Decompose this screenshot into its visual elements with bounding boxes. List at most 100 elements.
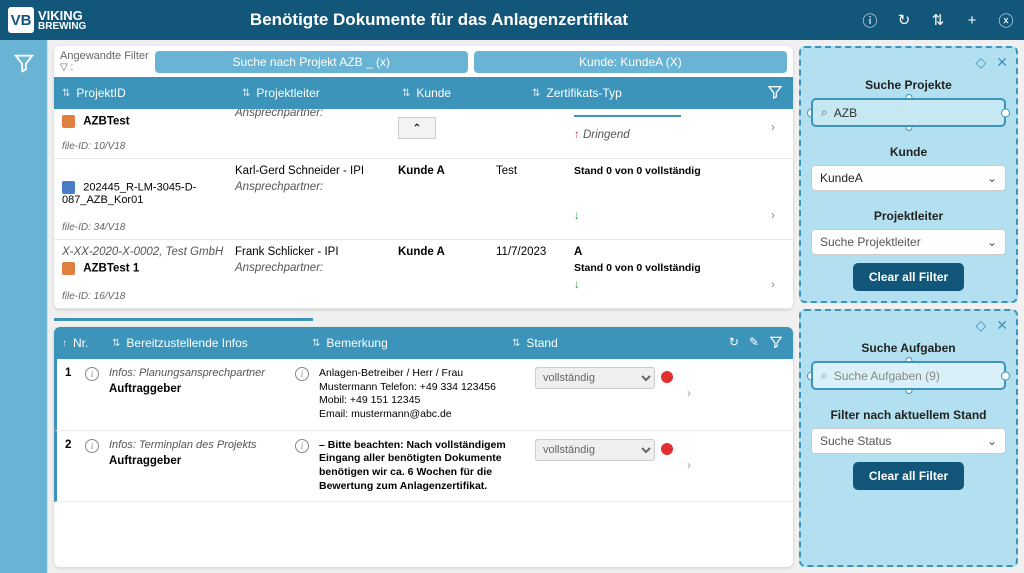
header-actions: ⓘ ↻ ⇅ + ⓧ bbox=[860, 10, 1016, 30]
col-zertifikat[interactable]: Zertifikats-Typ bbox=[546, 86, 621, 100]
close-icon[interactable]: ⓧ bbox=[996, 10, 1016, 30]
info-icon[interactable]: i bbox=[295, 439, 309, 453]
task-bemerkung: Anlagen-Betreiber / Herr / Frau Musterma… bbox=[319, 367, 529, 422]
kunde: Kunde A bbox=[398, 165, 488, 177]
info-icon[interactable]: ⓘ bbox=[860, 10, 880, 30]
project-search[interactable]: ⌕ bbox=[811, 98, 1006, 127]
edit-icon[interactable]: ✎ bbox=[749, 335, 759, 352]
status-select[interactable]: Suche Status ⌄ bbox=[811, 428, 1006, 454]
sort-icon[interactable]: ⇅ bbox=[112, 338, 120, 349]
col-projektleiter[interactable]: Projektleiter bbox=[256, 86, 319, 100]
filter-pill-kunde[interactable]: Kunde: KundeA (X) bbox=[474, 51, 787, 73]
file-icon bbox=[62, 115, 75, 128]
file-icon bbox=[62, 181, 75, 194]
projects-body: AZBTest Ansprechpartner: ⌃ ↑ Dringend › bbox=[54, 109, 793, 309]
col-projektid[interactable]: ProjektID bbox=[76, 86, 125, 100]
project-title-line: X-XX-2020-X-0002, Test GmbH bbox=[62, 246, 227, 258]
expand-chevron-icon[interactable]: › bbox=[687, 367, 707, 422]
expand-chevron-icon[interactable]: › bbox=[761, 115, 785, 141]
clear-filter-button[interactable]: Clear all Filter bbox=[853, 263, 964, 291]
leiter-placeholder: Suche Projektleiter bbox=[820, 235, 921, 249]
column-filter-icon[interactable] bbox=[757, 84, 793, 103]
col-bemerkung[interactable]: Bemerkung bbox=[326, 336, 387, 350]
project-name: 202445_R-LM-3045-D-087_AZB_Kor01 bbox=[62, 182, 196, 206]
urgent-arrow-icon: ↑ bbox=[574, 129, 580, 141]
tasks-body: 1 i Infos: Planungsansprechpartner Auftr… bbox=[54, 359, 793, 502]
refresh-icon[interactable]: ↻ bbox=[894, 10, 914, 30]
sort-icon[interactable]: ⇅ bbox=[312, 338, 320, 349]
filter-pill-project[interactable]: Suche nach Projekt AZB _ (x) bbox=[155, 51, 468, 73]
sort-icon[interactable]: ⇅ bbox=[62, 88, 70, 99]
project-name: AZBTest bbox=[83, 116, 129, 128]
project-row: Karl-Gerd Schneider - IPI Kunde A Test S… bbox=[54, 159, 793, 240]
eraser-icon[interactable]: ◇ bbox=[975, 54, 986, 71]
applied-filters: Angewandte Filter ▽ : Suche nach Projekt… bbox=[54, 46, 793, 77]
task-info-main: Auftraggeber bbox=[109, 455, 289, 467]
filter-icon[interactable] bbox=[769, 335, 783, 352]
stand-select[interactable]: vollständig bbox=[535, 439, 655, 461]
search-projects-panel: ◇ ✕ Suche Projekte ⌕ Kunde KundeA ⌄ Proj… bbox=[799, 46, 1018, 303]
stand-select[interactable]: vollständig bbox=[535, 367, 655, 389]
project-search-input[interactable] bbox=[834, 106, 996, 120]
expand-chevron-icon[interactable]: › bbox=[687, 439, 707, 494]
filter-sidebar[interactable] bbox=[0, 40, 48, 573]
sort-icon[interactable]: ⇅ bbox=[532, 88, 540, 99]
projects-header-row: ⇅ ProjektID ⇅ Projektleiter ⇅ Kunde ⇅ Zertif… bbox=[54, 77, 793, 109]
col-nr[interactable]: Nr. bbox=[73, 336, 88, 350]
panel-title: Suche Projekte bbox=[811, 78, 1006, 92]
task-bemerkung: – Bitte beachten: Nach vollständigem Ein… bbox=[319, 439, 529, 494]
collapse-button[interactable]: ⌃ bbox=[398, 117, 436, 139]
funnel-icon bbox=[13, 52, 35, 74]
typ: A bbox=[574, 246, 753, 258]
search-icon: ⌕ bbox=[821, 368, 828, 383]
status-text: Stand 0 von 0 vollständig bbox=[574, 262, 753, 275]
close-panel-icon[interactable]: ✕ bbox=[996, 317, 1008, 334]
task-search[interactable]: ⌕ bbox=[811, 361, 1006, 390]
logo-icon: VB bbox=[8, 7, 34, 33]
info-icon[interactable]: i bbox=[295, 367, 309, 381]
brand-line2: BREWING bbox=[38, 21, 86, 32]
projektleiter: Frank Schlicker - IPI bbox=[235, 246, 390, 258]
projektleiter: Karl-Gerd Schneider - IPI bbox=[235, 165, 390, 177]
kunde-value: KundeA bbox=[820, 171, 863, 185]
app-header: VB VIKING BREWING Benötigte Dokumente fü… bbox=[0, 0, 1024, 40]
info-icon[interactable]: i bbox=[85, 367, 99, 381]
info-icon[interactable]: i bbox=[85, 439, 99, 453]
sort-icon[interactable]: ⇅ bbox=[242, 88, 250, 99]
refresh-icon[interactable]: ↻ bbox=[729, 335, 739, 352]
task-row: 1 i Infos: Planungsansprechpartner Auftr… bbox=[54, 359, 793, 431]
urgent-label: Dringend bbox=[583, 129, 630, 141]
projects-card: Angewandte Filter ▽ : Suche nach Projekt… bbox=[54, 46, 793, 309]
filters-funnel-icon: ▽ : bbox=[60, 62, 149, 73]
leiter-select[interactable]: Suche Projektleiter ⌄ bbox=[811, 229, 1006, 255]
arrow-down-icon: ↓ bbox=[574, 279, 753, 291]
add-icon[interactable]: + bbox=[962, 10, 982, 30]
filters-label: Angewandte Filter bbox=[60, 50, 149, 62]
tasks-header-row: ↑ Nr. ⇅ Bereitzustellende Infos ⇅ Bemerkung… bbox=[54, 327, 793, 359]
kunde-select[interactable]: KundeA ⌄ bbox=[811, 165, 1006, 191]
expand-chevron-icon[interactable]: › bbox=[761, 279, 785, 291]
task-info-sub: Infos: Terminplan des Projekts bbox=[109, 439, 289, 451]
close-panel-icon[interactable]: ✕ bbox=[996, 54, 1008, 71]
chevron-down-icon: ⌄ bbox=[987, 171, 997, 185]
expand-chevron-icon[interactable]: › bbox=[761, 210, 785, 222]
col-infos[interactable]: Bereitzustellende Infos bbox=[126, 336, 247, 350]
chevron-down-icon: ⌄ bbox=[987, 434, 997, 448]
sort-icon[interactable]: ↑ bbox=[62, 338, 67, 349]
filter-status-label: Filter nach aktuellem Stand bbox=[811, 408, 1006, 422]
progress-bar bbox=[54, 318, 793, 321]
col-kunde[interactable]: Kunde bbox=[416, 86, 451, 100]
col-stand[interactable]: Stand bbox=[526, 336, 557, 350]
panel-title: Suche Aufgaben bbox=[811, 341, 1006, 355]
status-dot-red bbox=[661, 371, 673, 383]
sort-icon[interactable]: ⇅ bbox=[512, 338, 520, 349]
ansprechpartner-label: Ansprechpartner: bbox=[235, 109, 390, 141]
project-name: AZBTest 1 bbox=[83, 263, 139, 275]
clear-filter-button[interactable]: Clear all Filter bbox=[853, 462, 964, 490]
task-search-input[interactable] bbox=[834, 369, 996, 383]
chevron-down-icon: ⌄ bbox=[987, 235, 997, 249]
status-placeholder: Suche Status bbox=[820, 434, 891, 448]
sort-icon[interactable]: ⇅ bbox=[402, 88, 410, 99]
sort-icon[interactable]: ⇅ bbox=[928, 10, 948, 30]
eraser-icon[interactable]: ◇ bbox=[975, 317, 986, 334]
